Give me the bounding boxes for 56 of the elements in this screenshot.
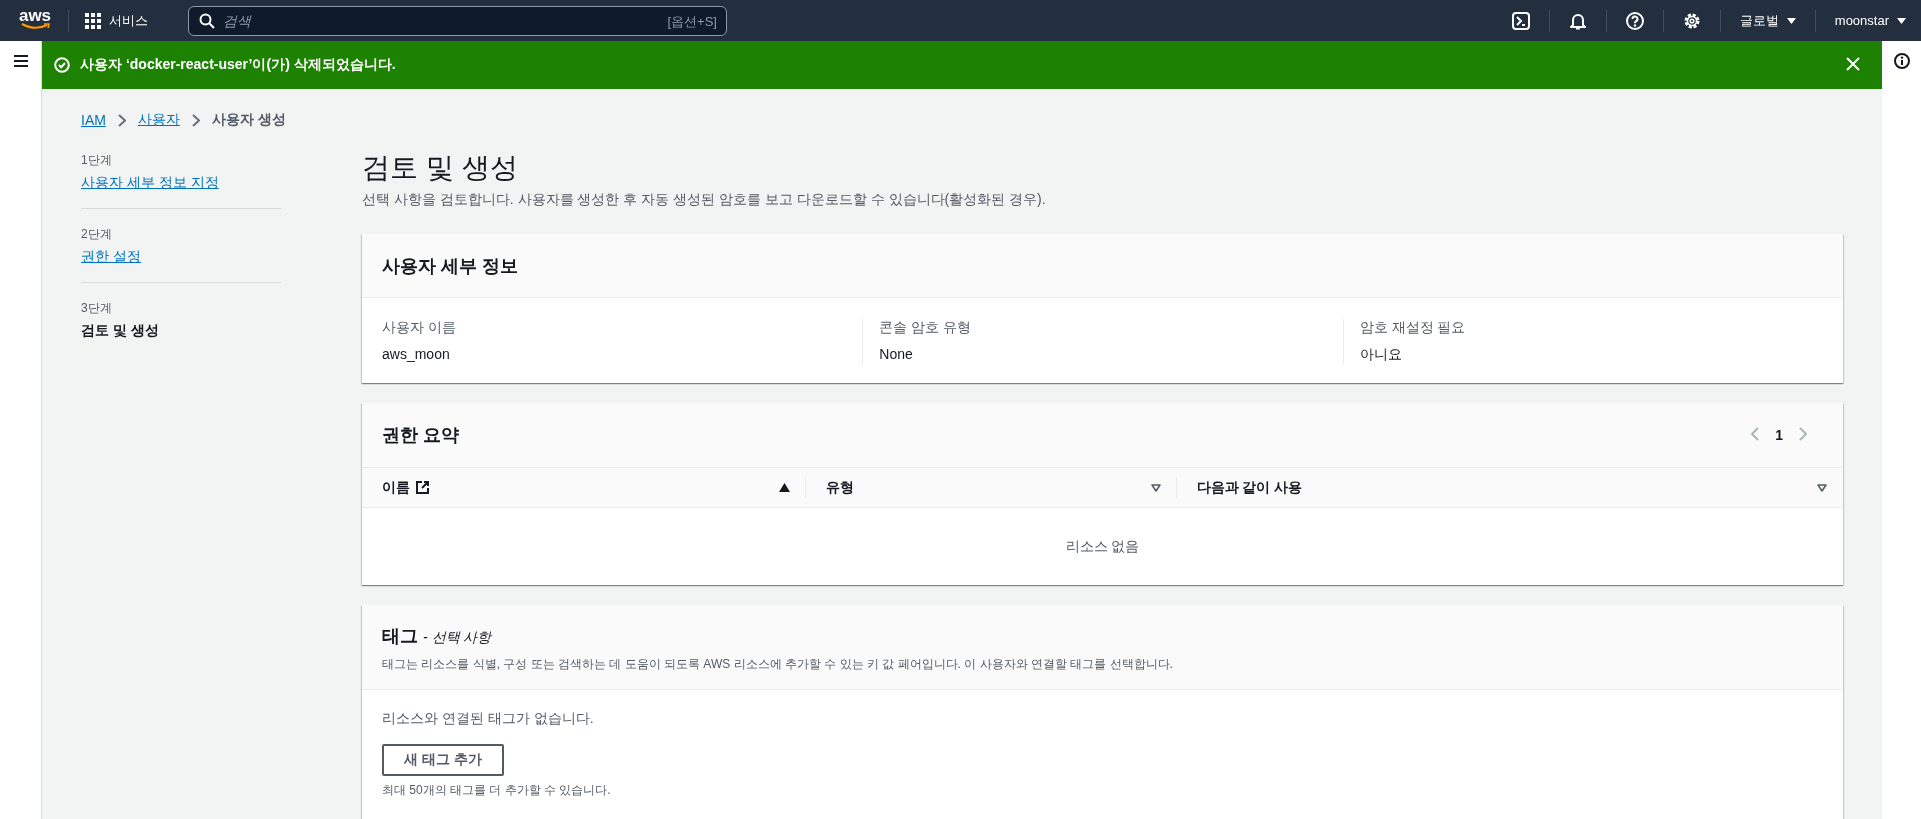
field-value: 아니요 bbox=[1359, 346, 1403, 364]
close-icon bbox=[1846, 56, 1860, 71]
help-button[interactable] bbox=[1625, 11, 1644, 30]
step-title: 검토 및 생성 bbox=[81, 322, 159, 338]
menu-button[interactable] bbox=[13, 55, 28, 70]
breadcrumb-current: 사용자 생성 bbox=[211, 111, 286, 129]
step-link[interactable]: 사용자 세부 정보 지정 bbox=[81, 174, 219, 190]
notifications-button[interactable] bbox=[1568, 11, 1587, 30]
breadcrumb-link[interactable]: IAM bbox=[81, 112, 106, 128]
breadcrumb-link[interactable]: 사용자 bbox=[137, 111, 180, 129]
card-description: 태그는 리소스를 식별, 구성 또는 검색하는 데 도움이 되도록 AWS 리소스에 추가할 수 있는 키 값 페어입니다. 이 사용자와 연결할 태그를 선택합니다. bbox=[382, 656, 1174, 673]
card-title: 권한 요약 bbox=[382, 424, 459, 447]
search-icon bbox=[199, 12, 215, 29]
chevron-right-icon bbox=[1799, 426, 1807, 441]
empty-message: 리소스와 연결된 태그가 없습니다. bbox=[382, 710, 595, 728]
caret-icon bbox=[1786, 17, 1796, 24]
add-tag-button[interactable]: 새 태그 추가 bbox=[382, 744, 504, 776]
step-link[interactable]: 권한 설정 bbox=[81, 248, 141, 264]
bell-icon bbox=[1568, 11, 1587, 30]
step-number: 1단계 bbox=[81, 152, 113, 169]
page-title: 검토 및 생성 bbox=[362, 151, 519, 185]
settings-icon bbox=[1682, 11, 1701, 30]
field-label: 암호 재설정 필요 bbox=[1359, 319, 1467, 337]
user-menu[interactable]: moonstar bbox=[1834, 13, 1906, 28]
field-label: 사용자 이름 bbox=[382, 319, 457, 337]
aws-logo[interactable]: aws bbox=[18, 8, 52, 30]
field-value: aws_moon bbox=[382, 346, 451, 362]
optional-label: - 선택 사항 bbox=[423, 629, 492, 645]
smile-drawing bbox=[20, 23, 50, 30]
check-circle-icon bbox=[54, 57, 70, 73]
help-icon bbox=[1625, 11, 1644, 30]
caret-icon bbox=[1897, 17, 1906, 24]
field-label: 콘솔 암호 유형 bbox=[879, 319, 973, 337]
chevron-right-icon bbox=[117, 113, 126, 127]
empty-message: 리소스 없음 bbox=[1065, 537, 1140, 554]
shortcut-hint: [옵션+S] bbox=[667, 12, 717, 31]
chevron-left-icon bbox=[1751, 426, 1760, 441]
card-title: 태그 bbox=[382, 626, 418, 646]
info-button[interactable] bbox=[1893, 53, 1910, 72]
page-number: 1 bbox=[1775, 427, 1783, 443]
flash-message: 사용자 ‘docker-react-user’이(가) 삭제되었습니다. bbox=[80, 56, 397, 74]
terminal-icon bbox=[1511, 11, 1530, 30]
hint-text: 최대 50개의 태그를 더 추가할 수 있습니다. bbox=[382, 782, 612, 799]
card-title: 사용자 세부 정보 bbox=[382, 254, 518, 278]
terminal-button[interactable] bbox=[1511, 11, 1530, 30]
grid-icon bbox=[85, 12, 101, 29]
page-description: 선택 사항을 검토합니다. 사용자를 생성한 후 자동 생성된 암호를 보고 다운로드할 수 있습니다(활성화된 경우). bbox=[362, 191, 1047, 209]
region-menu[interactable]: 글로벌 bbox=[1739, 11, 1796, 30]
step-number: 2단계 bbox=[81, 226, 113, 243]
field-value: None bbox=[879, 346, 914, 362]
settings-button[interactable] bbox=[1682, 11, 1701, 30]
services-button[interactable]: 서비스 bbox=[85, 11, 148, 30]
step-number: 3단계 bbox=[81, 300, 113, 317]
chevron-right-icon bbox=[191, 113, 200, 127]
info-icon bbox=[1893, 53, 1910, 69]
menu-icon bbox=[13, 55, 28, 67]
